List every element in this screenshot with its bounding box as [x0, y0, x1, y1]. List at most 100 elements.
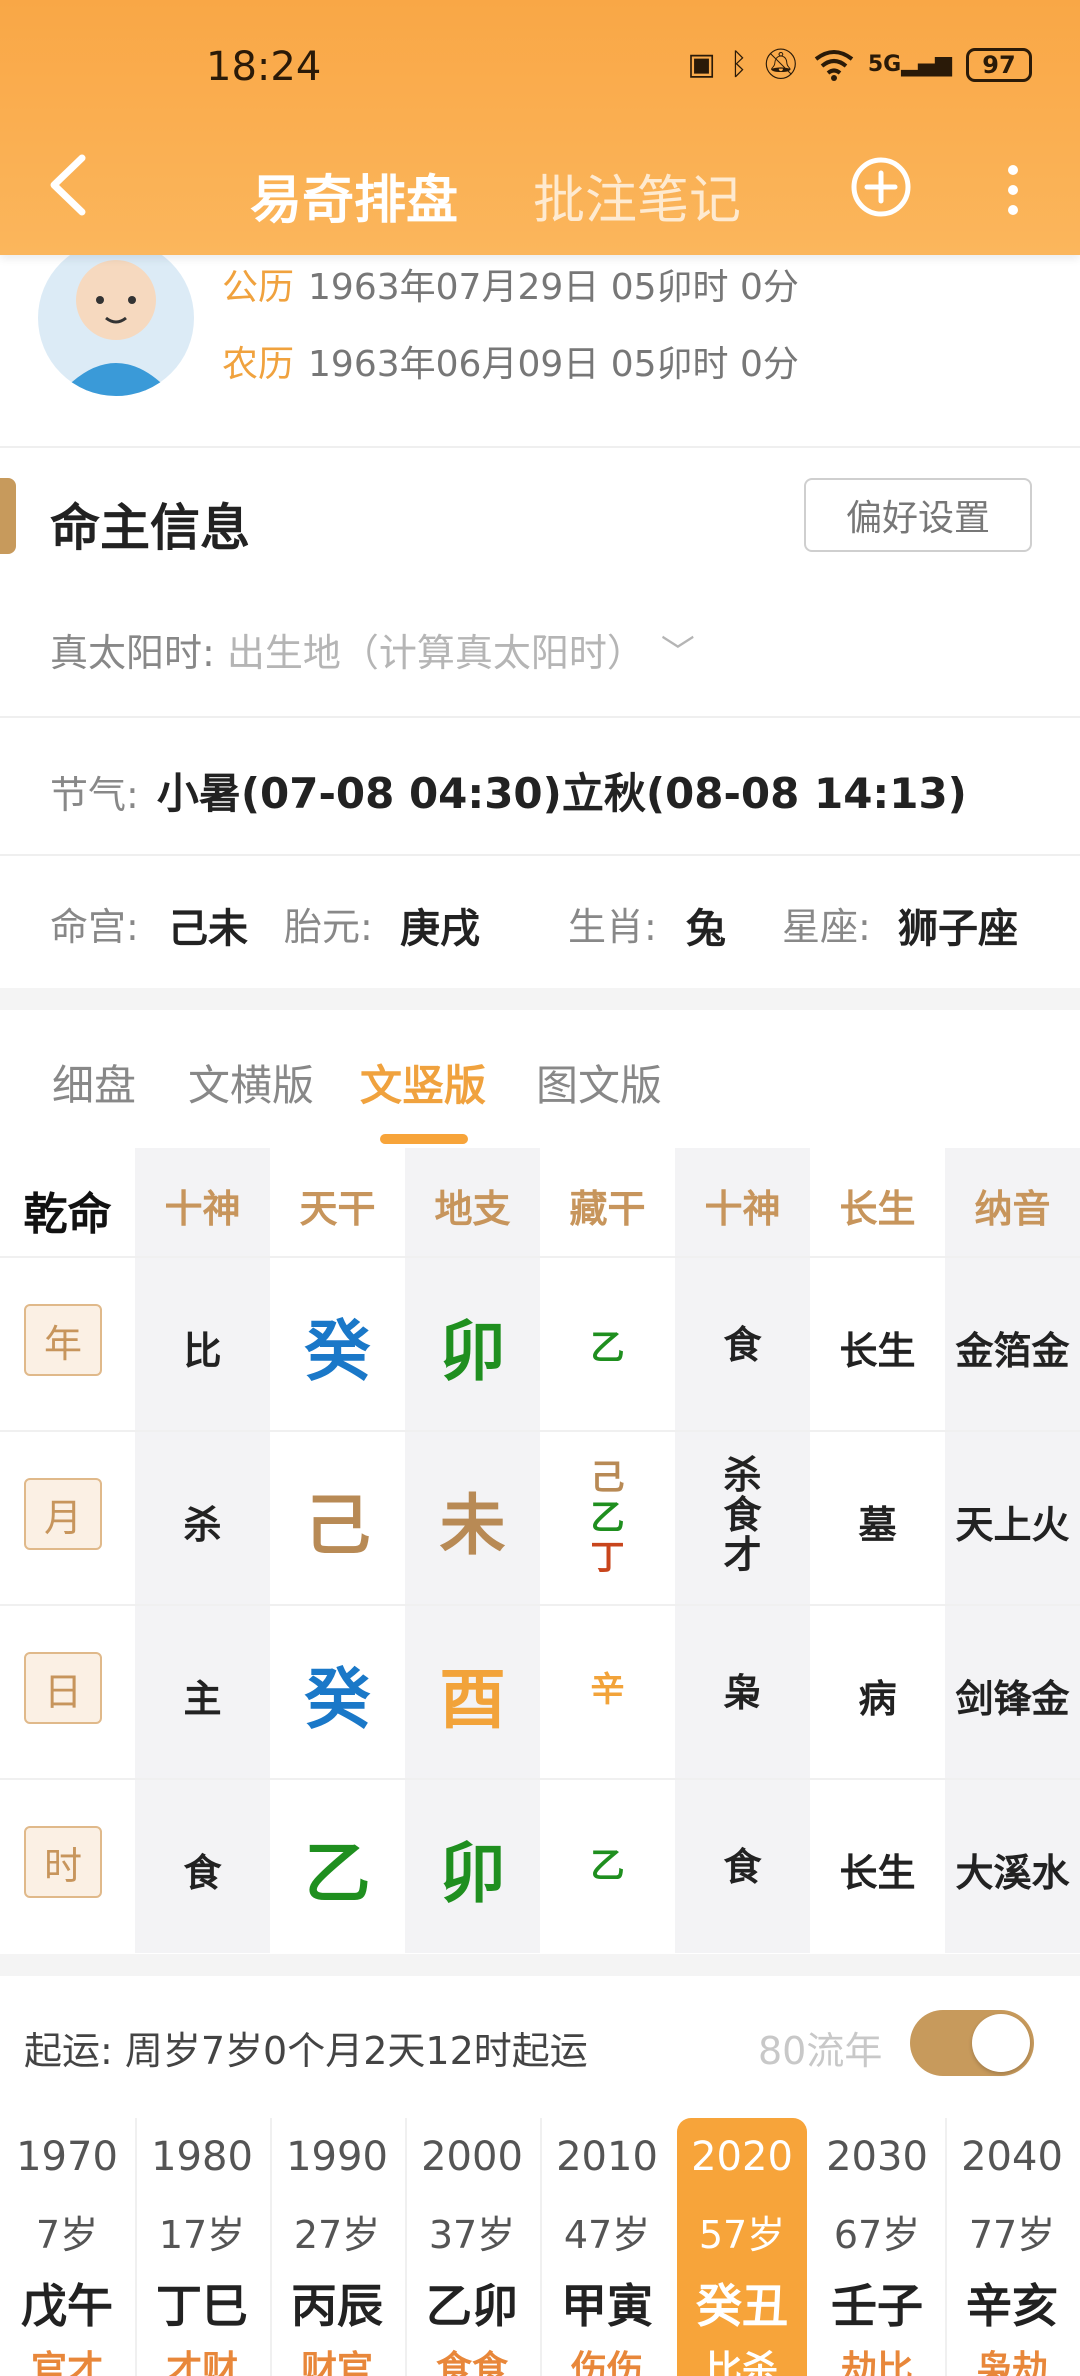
cell-changsheng: 墓	[858, 1503, 897, 1547]
taiyuan-value: 庚戌	[400, 906, 480, 952]
nav-bar: 易奇排盘 批注笔记	[0, 140, 1080, 240]
dayun-god: 比杀	[705, 2349, 778, 2376]
cell-tiangan: 癸	[304, 1661, 371, 1738]
corner-label: 乾命	[23, 1189, 112, 1240]
cell-changsheng: 病	[858, 1677, 897, 1721]
dayun-item[interactable]: 1990 27岁 丙辰 财官	[272, 2118, 402, 2376]
dayun-god: 财官	[300, 2349, 373, 2376]
dayun-item[interactable]: 1970 7岁 戊午 官才	[2, 2118, 132, 2376]
header-nayin: 纳音	[974, 1187, 1051, 1231]
dayun-item[interactable]: 1980 17岁 丁巳 才财	[137, 2118, 267, 2376]
header-canggan: 藏干	[569, 1187, 646, 1231]
cell-shishen2: 食	[723, 1323, 762, 1367]
tab-annotation-notes[interactable]: 批注笔记	[533, 158, 741, 233]
section-separator	[0, 988, 1080, 1010]
preference-button[interactable]: 偏好设置	[804, 478, 1032, 552]
dayun-ganzhi: 壬子	[831, 2279, 923, 2333]
dayun-item[interactable]: 2010 47岁 甲寅 伤伤	[542, 2118, 672, 2376]
dayun-god: 才财	[165, 2349, 238, 2376]
battery-level: 97	[982, 51, 1016, 79]
dayun-item-selected[interactable]: 2020 57岁 癸丑 比杀	[677, 2118, 807, 2376]
back-icon[interactable]	[40, 150, 100, 220]
cell-nayin: 剑锋金	[955, 1677, 1070, 1721]
divider	[0, 446, 1080, 448]
nfc-icon: ▣	[687, 47, 716, 82]
cell-canggan: 辛	[590, 1670, 625, 1710]
tab-vertical[interactable]: 文竖版	[360, 1052, 486, 1113]
header-dizhi: 地支	[434, 1187, 511, 1231]
mute-icon: 🔕︎	[761, 47, 800, 82]
tab-horizontal[interactable]: 文横版	[188, 1052, 314, 1113]
header-shishen2: 十神	[704, 1187, 781, 1231]
cell-canggan: 乙	[590, 1328, 625, 1368]
cell-canggan: 乙	[590, 1846, 625, 1886]
info-title: 命主信息	[50, 499, 250, 557]
jieqi-value: 小暑(07-08 04:30)立秋(08-08 14:13)	[156, 769, 967, 818]
cell-tiangan: 癸	[304, 1313, 371, 1390]
dayun-ganzhi: 癸丑	[696, 2279, 788, 2333]
dayun-age: 17岁	[158, 2213, 246, 2257]
header-shishen: 十神	[164, 1187, 241, 1231]
liunian-toggle[interactable]	[910, 2010, 1034, 2076]
dayun-ganzhi: 甲寅	[561, 2279, 653, 2333]
dayun-year: 1970	[16, 2134, 118, 2180]
cell-shishen: 杀	[183, 1503, 222, 1547]
pillar-hour[interactable]: 时	[24, 1826, 102, 1898]
xingzuo-label: 星座:	[782, 905, 871, 949]
cell-shishen: 比	[183, 1329, 222, 1373]
dayun-ganzhi: 戊午	[21, 2279, 113, 2333]
section-accent	[0, 478, 16, 554]
ming-info-row: 命宫: 己未 胎元: 庚戌 生肖: 兔 星座: 狮子座	[50, 896, 1050, 956]
dayun-year: 2020	[691, 2134, 793, 2180]
dayun-year: 1990	[286, 2134, 388, 2180]
battery-icon: 97	[966, 48, 1032, 82]
tab-detail[interactable]: 细盘	[52, 1052, 136, 1113]
dayun-ganzhi: 丙辰	[291, 2279, 383, 2333]
pillar-year[interactable]: 年	[24, 1304, 102, 1376]
status-bar: 18:24 ▣ ᛒ 🔕︎ 5G▂▄▆ 97	[0, 0, 1080, 135]
dayun-year: 2000	[421, 2134, 523, 2180]
cell-nayin: 大溪水	[955, 1851, 1070, 1895]
add-icon[interactable]	[850, 156, 912, 218]
tab-yiqi-paipan[interactable]: 易奇排盘	[250, 158, 458, 233]
cell-dizhi: 酉	[439, 1661, 506, 1738]
true-solar-row[interactable]: 真太阳时: 出生地（计算真太阳时） ﹀	[50, 622, 695, 677]
cell-shishen2: 才	[723, 1533, 762, 1577]
network-type: 5G	[867, 52, 902, 77]
cell-canggan: 丁	[590, 1538, 625, 1578]
solar-date-row: 公历 1963年07月29日 05卯时 0分	[222, 258, 799, 310]
tab-graphic[interactable]: 图文版	[536, 1052, 662, 1113]
lunar-value: 1963年06月09日 05卯时 0分	[308, 344, 799, 385]
row-divider	[0, 1778, 1080, 1780]
column-bg	[945, 1148, 1080, 1953]
cell-dizhi: 卯	[439, 1835, 506, 1912]
dayun-item[interactable]: 2040 77岁 辛亥 枭劫	[947, 2118, 1077, 2376]
xingzuo-value: 狮子座	[898, 906, 1018, 952]
bluetooth-icon: ᛒ	[729, 47, 748, 82]
minggong-label: 命宫:	[50, 905, 139, 949]
cell-shishen: 主	[183, 1677, 222, 1721]
row-divider	[0, 1256, 1080, 1258]
qiyun-text: 起运: 周岁7岁0个月2天12时起运	[24, 2029, 588, 2073]
birthplace-select[interactable]: 出生地（计算真太阳时）	[227, 622, 645, 677]
wifi-icon	[814, 50, 854, 81]
chevron-down-icon[interactable]: ﹀	[661, 625, 695, 674]
dayun-god: 枭劫	[975, 2349, 1048, 2376]
dayun-ganzhi: 丁巳	[156, 2279, 248, 2333]
dayun-god: 官才	[30, 2349, 103, 2376]
tab-indicator	[380, 1134, 468, 1144]
dayun-age: 7岁	[35, 2213, 99, 2257]
dayun-item[interactable]: 2000 37岁 乙卯 食食	[407, 2118, 537, 2376]
dayun-age: 47岁	[563, 2213, 651, 2257]
status-icons: ▣ ᛒ 🔕︎ 5G▂▄▆ 97	[687, 48, 1032, 82]
pillar-month[interactable]: 月	[24, 1478, 102, 1550]
dayun-item[interactable]: 2030 67岁 壬子 劫比	[812, 2118, 942, 2376]
dayun-strip: 1970 7岁 戊午 官才 1980 17岁 丁巳 才财 1990 27岁 丙辰…	[0, 2118, 1080, 2376]
more-icon[interactable]	[998, 160, 1028, 220]
true-solar-label: 真太阳时:	[50, 631, 215, 675]
pillar-day[interactable]: 日	[24, 1652, 102, 1724]
header-tiangan: 天干	[299, 1187, 376, 1231]
bazi-table: 乾命 十神 天干 地支 藏干 十神 长生 纳音 年 比 癸 卯 乙 食 长生 金…	[0, 1148, 1080, 1953]
dayun-ganzhi: 乙卯	[426, 2279, 518, 2333]
dayun-year: 2030	[826, 2134, 928, 2180]
